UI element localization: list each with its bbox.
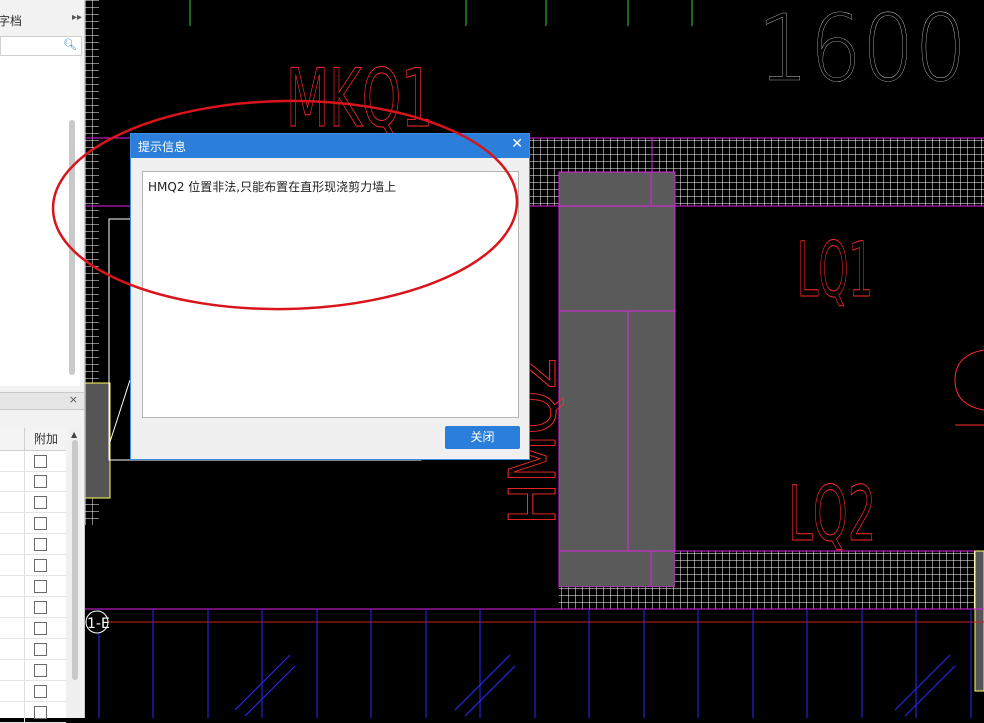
table-row [0, 597, 66, 618]
partial-label-right [954, 349, 984, 426]
properties-grid: 附加 [0, 428, 66, 723]
panel-header: 字档 ▸▸ [0, 6, 84, 30]
lq1-label: LQ1 [797, 225, 873, 314]
column-separator [24, 639, 25, 659]
attach-checkbox[interactable] [34, 664, 47, 677]
attach-checkbox[interactable] [34, 496, 47, 509]
column-separator [24, 576, 25, 596]
attach-checkbox[interactable] [34, 580, 47, 593]
table-row [0, 639, 66, 660]
table-row [0, 555, 66, 576]
close-icon[interactable]: ✕ [511, 136, 523, 152]
column-separator [24, 618, 25, 638]
dialog-message: HMQ2 位置非法,只能布置在直形现浇剪力墙上 [148, 180, 397, 194]
attach-checkbox[interactable] [34, 601, 47, 614]
column-separator [24, 492, 25, 512]
left-panel: 字档 ▸▸ 🔍︎ × 附加 ▲ [0, 0, 85, 723]
close-button[interactable]: 关闭 [445, 426, 520, 449]
search-icon[interactable]: 🔍︎ [63, 38, 77, 51]
column-separator [24, 555, 25, 575]
column-gray-center [558, 171, 676, 588]
properties-scrollbar[interactable]: ▲ [68, 428, 82, 718]
attach-checkbox[interactable] [34, 475, 47, 488]
lq2-label: LQ2 [788, 469, 876, 558]
attach-checkbox[interactable] [34, 455, 47, 468]
table-row [0, 702, 66, 723]
attach-checkbox[interactable] [34, 643, 47, 656]
column-separator [24, 534, 25, 554]
dialog-message-box[interactable]: HMQ2 位置非法,只能布置在直形现浇剪力墙上 [142, 171, 519, 418]
table-row [0, 492, 66, 513]
search-input[interactable]: 🔍︎ [0, 36, 82, 56]
properties-titlebar: × [0, 392, 84, 410]
attach-checkbox[interactable] [34, 559, 47, 572]
panel-header-title: 字档 [0, 14, 23, 28]
column-header-attach: 附加 [24, 428, 67, 450]
scroll-up-icon[interactable]: ▲ [71, 430, 77, 439]
component-tree[interactable] [0, 56, 80, 386]
tree-scrollbar[interactable] [69, 120, 75, 375]
attach-checkbox[interactable] [34, 517, 47, 530]
column-separator [24, 451, 25, 471]
dialog-titlebar[interactable]: 提示信息 ✕ [131, 134, 529, 158]
scrollbar-thumb[interactable] [72, 440, 78, 680]
column-separator [24, 681, 25, 701]
column-separator [24, 513, 25, 533]
grid-ticks-top [189, 0, 693, 26]
double-chevron-right-icon[interactable]: ▸▸ [72, 12, 82, 23]
rebar-lines [98, 609, 972, 718]
attach-checkbox[interactable] [34, 622, 47, 635]
properties-header: 附加 [0, 428, 66, 451]
column-separator [24, 702, 25, 722]
column-separator [24, 471, 25, 491]
column-gray-left [85, 382, 111, 499]
mkq1-label: MKQ1 [286, 52, 433, 145]
table-row [0, 618, 66, 639]
table-row [0, 513, 66, 534]
table-row [0, 660, 66, 681]
table-row [0, 451, 66, 472]
dialog-title: 提示信息 [138, 140, 187, 154]
attach-checkbox[interactable] [34, 685, 47, 698]
column-separator [24, 597, 25, 617]
dimension-label: 1600 [757, 0, 967, 102]
table-row [0, 534, 66, 555]
close-icon[interactable]: × [69, 393, 78, 406]
table-row [0, 576, 66, 597]
table-row [0, 681, 66, 702]
message-dialog: 提示信息 ✕ HMQ2 位置非法,只能布置在直形现浇剪力墙上 关闭 [130, 133, 530, 460]
column-separator [24, 660, 25, 680]
table-row [0, 471, 66, 492]
attach-checkbox[interactable] [34, 538, 47, 551]
axis-label: 1-E [87, 616, 110, 632]
attach-checkbox[interactable] [34, 706, 47, 719]
